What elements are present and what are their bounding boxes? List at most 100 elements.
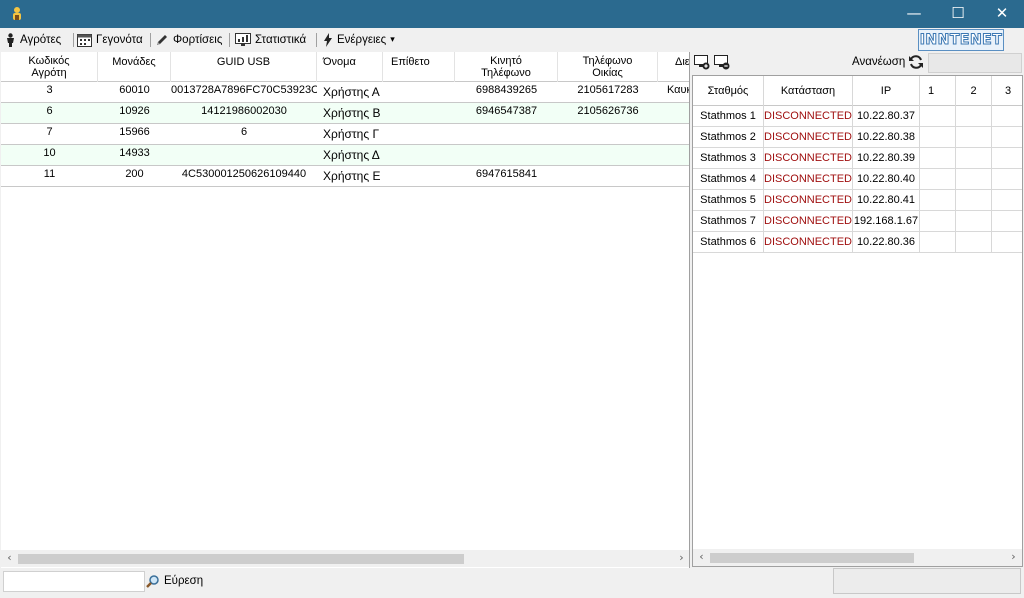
table-cell[interactable]: 60010 — [98, 82, 171, 102]
table-cell[interactable] — [992, 169, 1022, 189]
station-status[interactable]: DISCONNECTED — [764, 211, 853, 231]
table-cell[interactable]: 10926 — [98, 103, 171, 123]
horizontal-scrollbar[interactable]: ‹ › — [693, 549, 1022, 566]
refresh-icon[interactable] — [908, 54, 924, 70]
table-cell[interactable]: Stathmos 7 — [693, 211, 764, 231]
table-cell[interactable] — [992, 211, 1022, 231]
station-row[interactable]: Stathmos 5 DISCONNECTED 10.22.80.41 — [693, 190, 1022, 211]
station-row[interactable]: Stathmos 6 DISCONNECTED 10.22.80.36 — [693, 232, 1022, 253]
table-cell[interactable] — [658, 145, 689, 165]
column-header[interactable]: Τηλέφωνο Οικίας — [558, 52, 658, 82]
scroll-thumb[interactable] — [710, 553, 914, 563]
table-cell[interactable] — [920, 232, 956, 252]
table-cell[interactable] — [992, 190, 1022, 210]
table-cell[interactable] — [558, 124, 658, 144]
table-cell[interactable] — [920, 148, 956, 168]
column-header[interactable]: Όνομα — [317, 52, 383, 82]
table-cell[interactable] — [558, 145, 658, 165]
table-cell[interactable]: 11 — [1, 166, 98, 186]
table-row[interactable]: 10 14933 Χρήστης Δ — [1, 145, 689, 166]
station-status[interactable]: DISCONNECTED — [764, 148, 853, 168]
table-cell[interactable]: 10 — [1, 145, 98, 165]
table-cell[interactable]: Stathmos 2 — [693, 127, 764, 147]
table-cell[interactable]: 14933 — [98, 145, 171, 165]
table-cell[interactable]: 14121986002030 — [171, 103, 317, 123]
table-cell[interactable] — [956, 169, 992, 189]
column-header[interactable]: Μονάδες — [98, 52, 171, 82]
column-header[interactable]: Επίθετο — [383, 52, 455, 82]
table-cell[interactable] — [383, 124, 455, 144]
table-cell[interactable] — [956, 106, 992, 126]
station-status[interactable]: DISCONNECTED — [764, 232, 853, 252]
table-cell[interactable]: 10.22.80.39 — [853, 148, 920, 168]
table-cell[interactable] — [455, 124, 558, 144]
table-cell[interactable] — [920, 106, 956, 126]
scroll-left-icon[interactable]: ‹ — [1, 550, 18, 567]
table-cell[interactable]: 2105617283 — [558, 82, 658, 102]
table-cell[interactable]: 10.22.80.36 — [853, 232, 920, 252]
add-station-icon[interactable] — [694, 54, 710, 70]
table-cell[interactable]: Χρήστης Β — [317, 103, 383, 123]
table-cell[interactable]: 6988439265 — [455, 82, 558, 102]
maximize-button[interactable]: ☐ — [936, 0, 980, 28]
menu-charges[interactable]: Φορτίσεις — [155, 31, 222, 49]
station-row[interactable]: Stathmos 7 DISCONNECTED 192.168.1.67 — [693, 211, 1022, 232]
scroll-left-icon[interactable]: ‹ — [693, 549, 710, 566]
search-input[interactable] — [3, 571, 145, 592]
remove-station-icon[interactable] — [714, 54, 730, 70]
table-cell[interactable] — [956, 148, 992, 168]
table-cell[interactable]: 10.22.80.37 — [853, 106, 920, 126]
table-cell[interactable] — [992, 127, 1022, 147]
column-header[interactable]: Κατάσταση — [764, 76, 853, 106]
column-header[interactable]: 3 — [992, 76, 1022, 106]
table-cell[interactable] — [956, 232, 992, 252]
station-row[interactable]: Stathmos 3 DISCONNECTED 10.22.80.39 — [693, 148, 1022, 169]
table-cell[interactable]: 6 — [171, 124, 317, 144]
table-cell[interactable] — [992, 106, 1022, 126]
table-cell[interactable]: 3 — [1, 82, 98, 102]
table-cell[interactable]: Χρήστης Γ — [317, 124, 383, 144]
table-cell[interactable]: Γ — [658, 103, 689, 123]
table-cell[interactable]: Stathmos 5 — [693, 190, 764, 210]
table-cell[interactable] — [383, 82, 455, 102]
table-cell[interactable]: 10.22.80.38 — [853, 127, 920, 147]
menu-actions[interactable]: Ενέργειες ▾ — [323, 31, 395, 49]
scroll-right-icon[interactable]: › — [1005, 549, 1022, 566]
table-cell[interactable] — [171, 145, 317, 165]
close-button[interactable]: ✕ — [980, 0, 1024, 28]
station-status[interactable]: DISCONNECTED — [764, 169, 853, 189]
table-cell[interactable] — [956, 211, 992, 231]
column-header[interactable]: 1 — [920, 76, 956, 106]
station-row[interactable]: Stathmos 2 DISCONNECTED 10.22.80.38 — [693, 127, 1022, 148]
table-cell[interactable]: 2105626736 — [558, 103, 658, 123]
table-cell[interactable]: Χρήστης Δ — [317, 145, 383, 165]
column-header[interactable]: GUID USB — [171, 52, 317, 82]
table-cell[interactable] — [455, 145, 558, 165]
search-button[interactable]: Εύρεση — [146, 572, 203, 590]
menu-statistics[interactable]: Στατιστικά — [235, 31, 306, 49]
table-row[interactable]: 6 10926 14121986002030 Χρήστης Β 6946547387 2… — [1, 103, 689, 124]
table-cell[interactable]: 6 — [1, 103, 98, 123]
table-cell[interactable] — [920, 211, 956, 231]
table-cell[interactable] — [920, 190, 956, 210]
table-cell[interactable]: 6947615841 — [455, 166, 558, 186]
table-cell[interactable] — [992, 148, 1022, 168]
table-cell[interactable]: Χρήστης Α — [317, 82, 383, 102]
table-cell[interactable] — [383, 166, 455, 186]
table-cell[interactable]: 200 — [98, 166, 171, 186]
column-header[interactable]: IP — [853, 76, 920, 106]
table-cell[interactable]: 4C530001250626109440 — [171, 166, 317, 186]
table-cell[interactable] — [920, 169, 956, 189]
table-cell[interactable]: Καυκό — [658, 82, 689, 102]
table-cell[interactable] — [658, 166, 689, 186]
table-cell[interactable]: 10.22.80.41 — [853, 190, 920, 210]
minimize-button[interactable]: — — [892, 0, 936, 28]
table-cell[interactable] — [956, 127, 992, 147]
table-cell[interactable]: 0013728A7896FC70C53923CC — [171, 82, 317, 102]
table-cell[interactable]: Χρήστης Ε — [317, 166, 383, 186]
menu-farmers[interactable]: Αγρότες — [5, 31, 61, 49]
station-status[interactable]: DISCONNECTED — [764, 127, 853, 147]
station-row[interactable]: Stathmos 1 DISCONNECTED 10.22.80.37 — [693, 106, 1022, 127]
table-cell[interactable]: Stathmos 1 — [693, 106, 764, 126]
horizontal-scrollbar[interactable]: ‹ › — [1, 550, 689, 567]
